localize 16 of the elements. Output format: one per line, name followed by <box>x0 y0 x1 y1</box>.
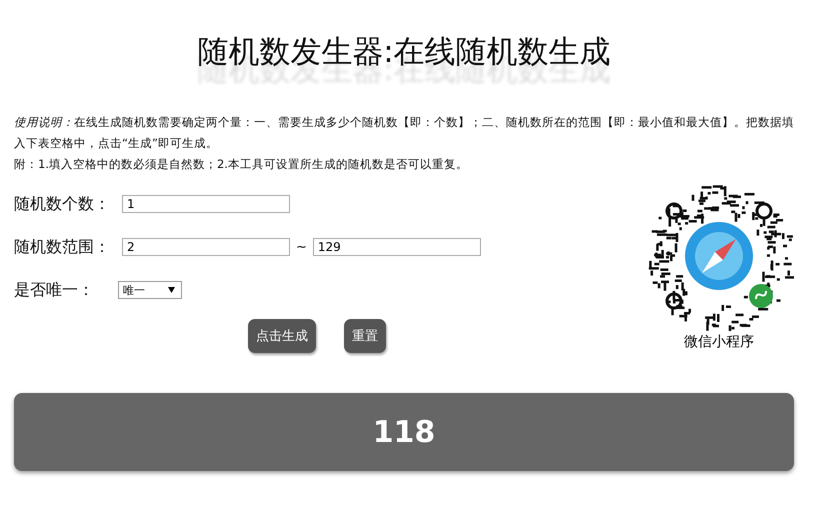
qr-caption: 微信小程序 <box>684 333 754 351</box>
instruction-text: 附：1.填入空格中的数必须是自然数；2.本工具可设置所生成的随机数是否可以重复。 <box>14 156 469 173</box>
count-input[interactable]: 1 <box>122 195 290 213</box>
count-label: 随机数个数： <box>14 194 111 214</box>
instruction-text: 使用说明：在线生成随机数需要确定两个量：一、需要生成多少个随机数【即：个数】；二、随机数所在的范围【即：最小值和最大值】。把数据填入下表空格中，点击“生成”即可生成。 <box>14 114 794 152</box>
range-label: 随机数范围： <box>14 236 111 258</box>
range-separator: ~ <box>296 240 307 254</box>
unique-label: 是否唯一： <box>14 280 95 300</box>
range-min-input[interactable]: 2 <box>122 238 290 256</box>
action-button[interactable]: 重置 <box>344 319 386 353</box>
action-button[interactable]: 点击生成 <box>248 319 316 353</box>
result-panel: 118 <box>14 393 794 471</box>
unique-select[interactable]: 唯一 <box>118 281 182 299</box>
page-title: 随机数发生器:在线随机数生成 <box>196 33 612 72</box>
dropdown-caret-icon <box>168 287 175 293</box>
range-max-input[interactable]: 129 <box>312 238 481 256</box>
